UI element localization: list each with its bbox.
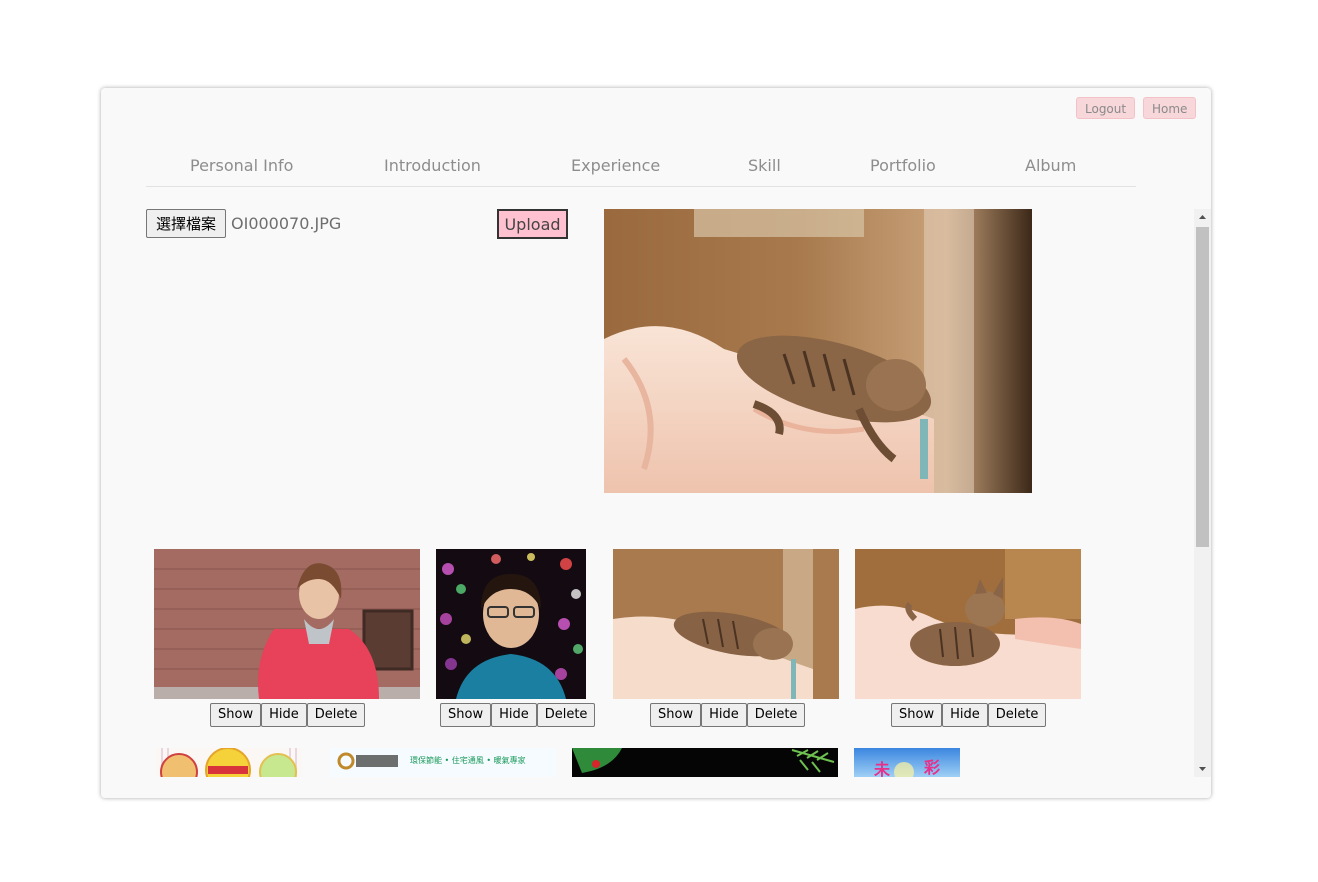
- album-photo-2: [436, 549, 586, 699]
- main-nav: Personal Info Introduction Experience Sk…: [146, 146, 1136, 187]
- nav-portfolio[interactable]: Portfolio: [870, 156, 936, 175]
- selected-file-name: OI000070.JPG: [231, 214, 342, 233]
- choose-file-button[interactable]: 選擇檔案: [146, 209, 226, 238]
- banner-badges: [156, 748, 302, 777]
- album-photo-3: [613, 549, 839, 699]
- photo-3-actions: Show Hide Delete: [650, 703, 806, 727]
- upload-button[interactable]: Upload: [497, 209, 568, 239]
- nav-experience[interactable]: Experience: [571, 156, 660, 175]
- scrollbar-thumb[interactable]: [1196, 227, 1209, 547]
- nav-personal-info[interactable]: Personal Info: [190, 156, 293, 175]
- vertical-scrollbar[interactable]: [1194, 209, 1211, 777]
- banner-appliance-text: 環保節能 • 住宅通風 • 暖氣專家: [410, 756, 526, 765]
- nav-album[interactable]: Album: [1025, 156, 1076, 175]
- main-card: Logout Home Personal Info Introduction E…: [101, 88, 1211, 798]
- delete-button[interactable]: Delete: [306, 703, 366, 727]
- photo-2-actions: Show Hide Delete: [440, 703, 596, 727]
- show-button[interactable]: Show: [891, 703, 943, 727]
- nav-skill[interactable]: Skill: [748, 156, 781, 175]
- scroll-down-arrow-icon[interactable]: [1194, 761, 1211, 777]
- show-button[interactable]: Show: [210, 703, 262, 727]
- delete-button[interactable]: Delete: [987, 703, 1047, 727]
- hide-button[interactable]: Hide: [942, 703, 988, 727]
- hide-button[interactable]: Hide: [701, 703, 747, 727]
- album-photo-1: [154, 549, 420, 699]
- hide-button[interactable]: Hide: [261, 703, 307, 727]
- banner-leaves: [572, 748, 838, 777]
- logout-button[interactable]: Logout: [1076, 97, 1136, 119]
- banner-appliance: 環保節能 • 住宅通風 • 暖氣專家: [330, 748, 556, 777]
- preview-image: [604, 209, 1032, 493]
- photo-4-actions: Show Hide Delete: [891, 703, 1047, 727]
- photo-1-actions: Show Hide Delete: [210, 703, 366, 727]
- svg-text:未: 未: [873, 760, 890, 777]
- hide-button[interactable]: Hide: [491, 703, 537, 727]
- delete-button[interactable]: Delete: [536, 703, 596, 727]
- nav-introduction[interactable]: Introduction: [384, 156, 481, 175]
- delete-button[interactable]: Delete: [746, 703, 806, 727]
- home-button[interactable]: Home: [1143, 97, 1197, 119]
- scroll-up-arrow-icon[interactable]: [1194, 209, 1211, 225]
- banner-festive: 未 彩: [854, 748, 960, 777]
- show-button[interactable]: Show: [650, 703, 702, 727]
- show-button[interactable]: Show: [440, 703, 492, 727]
- album-photo-4: [855, 549, 1081, 699]
- banner-festive-text: 彩: [924, 758, 941, 777]
